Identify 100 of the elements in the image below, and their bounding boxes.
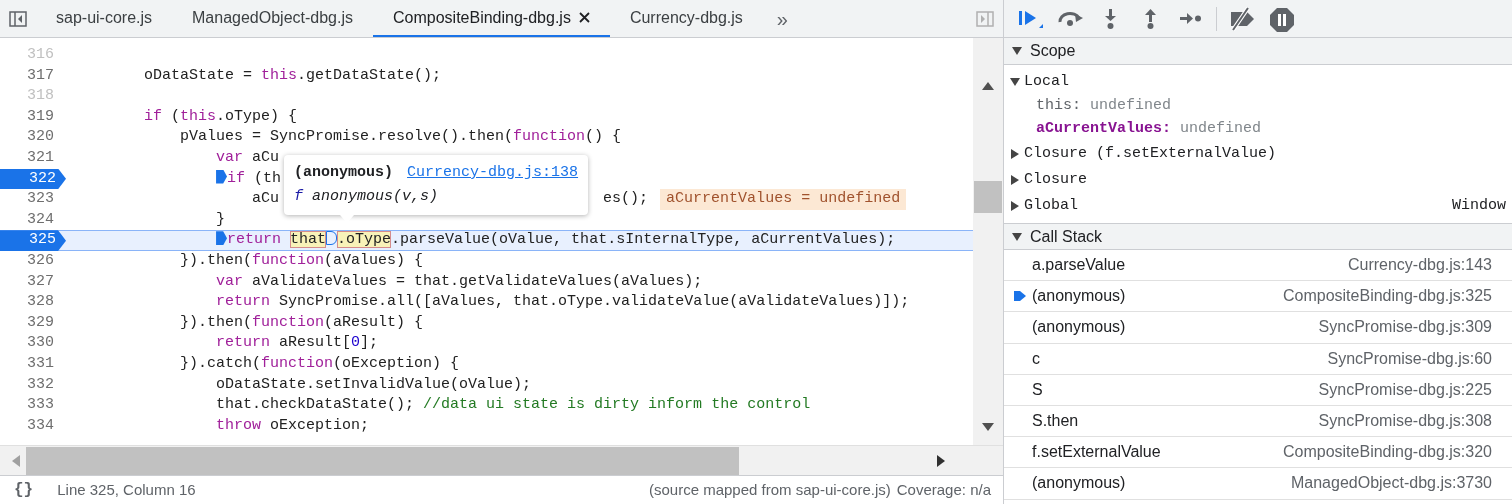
source-link[interactable]: Currency-dbg.js:138: [407, 164, 579, 181]
call-frame[interactable]: a.parseValue Currency-dbg.js:143: [1004, 250, 1512, 282]
breakpoint-off-icon[interactable]: [1228, 5, 1256, 32]
frame-name: S: [1032, 379, 1043, 400]
expand-arrow-icon[interactable]: [1010, 175, 1020, 185]
code-text: that.checkDataState();: [216, 396, 416, 414]
expand-arrow-icon[interactable]: [1010, 201, 1020, 211]
property-value: undefined: [1180, 119, 1262, 140]
scroll-up-icon[interactable]: [982, 82, 994, 90]
call-frame[interactable]: S.then SyncPromise-dbg.js:308: [1004, 405, 1512, 438]
hovered-expression: that: [290, 231, 327, 249]
collapse-arrow-icon[interactable]: [1010, 77, 1020, 87]
scroll-right-icon[interactable]: [937, 454, 945, 467]
breakpoint-marker[interactable]: 325: [0, 230, 66, 251]
file-tab[interactable]: sap-ui-core.js: [36, 0, 173, 37]
expand-arrow-icon[interactable]: [1010, 149, 1020, 159]
code-text: .getDataState();: [297, 66, 442, 84]
frame-location: SyncPromise-dbg.js:308: [1318, 411, 1492, 432]
code-text: function: [252, 251, 325, 269]
call-frame[interactable]: S SyncPromise-dbg.js:225: [1004, 374, 1512, 406]
code-text: return: [227, 231, 282, 249]
frame-name: a.parseValue: [1032, 255, 1126, 276]
property-value: undefined: [1090, 96, 1172, 117]
code-text: if: [227, 169, 246, 187]
panel-toggle-icon[interactable]: [9, 10, 27, 27]
code-text: throw: [216, 416, 262, 434]
line-number: 319: [26, 106, 55, 127]
code-text: 0: [351, 334, 361, 352]
scope-label[interactable]: Closure (f.setExternalValue): [1024, 142, 1277, 166]
collapse-arrow-icon[interactable]: [1012, 231, 1022, 242]
line-number: 316: [26, 45, 55, 65]
code-text: (aValues) {: [324, 251, 424, 269]
code-text: aValidateValues = that.getValidateValues(aValues);: [252, 272, 703, 290]
line-number: 327: [26, 271, 55, 292]
pause-icon[interactable]: [1268, 5, 1296, 32]
pretty-print-button[interactable]: {}: [14, 478, 34, 502]
code-text: if: [144, 107, 163, 125]
call-frame[interactable]: c SyncPromise-dbg.js:60: [1004, 343, 1512, 375]
code-text: oException;: [270, 416, 370, 434]
scrollbar-thumb[interactable]: [974, 181, 1002, 213]
inline-breakpoint-marker[interactable]: [216, 231, 228, 246]
frame-name: f.setExternalValue: [1032, 442, 1161, 463]
code-text: }).then(: [180, 251, 253, 269]
call-frame[interactable]: (anonymous) CompositeBinding-dbg.js:325: [1004, 281, 1512, 313]
code-text: oDataState =: [144, 66, 254, 84]
file-tab[interactable]: Currency-dbg.js: [609, 0, 763, 37]
code-text: (th: [254, 169, 282, 187]
code-text: aCu: [252, 148, 280, 166]
line-number: 331: [26, 353, 55, 374]
frame-name: (anonymous): [1032, 317, 1126, 338]
frame-location: SyncPromise-dbg.js:225: [1318, 379, 1492, 400]
code-text: function: [252, 313, 325, 331]
call-frame[interactable]: f.setExternalValue CompositeBinding-dbg.js:320: [1004, 437, 1512, 469]
call-frame[interactable]: (anonymous) ManagedObject-dbg.js:3730: [1004, 468, 1512, 500]
call-frame[interactable]: (anonymous) SyncPromise-dbg.js:309: [1004, 312, 1512, 344]
line-number: 333: [26, 395, 55, 416]
code-text: pValues = SyncPromise.resolve().then(: [180, 128, 514, 146]
close-icon[interactable]: [578, 12, 590, 23]
file-tab[interactable]: CompositeBinding-dbg.js: [373, 0, 610, 37]
scroll-down-icon[interactable]: [982, 423, 994, 431]
code-text: aResult[: [279, 334, 352, 352]
code-text: SyncPromise.all([aValues, that.oType.validateValue(aValidateValues)]);: [279, 293, 910, 311]
line-number: 332: [26, 374, 55, 395]
line-number: 326: [26, 250, 55, 271]
code-text: .oType) {: [216, 107, 298, 125]
code-text: }: [216, 210, 226, 228]
overflow-button[interactable]: »: [762, 0, 802, 37]
inline-value: aCurrentValues = undefined: [660, 189, 907, 210]
code-text: (: [171, 107, 181, 125]
source-map-info: (source mapped from sap-ui-core.js): [649, 479, 891, 500]
line-number: 320: [26, 127, 55, 148]
section-title[interactable]: Call Stack: [1030, 224, 1103, 249]
frame-location: SyncPromise-dbg.js:60: [1327, 348, 1492, 369]
scope-label[interactable]: Local: [1024, 70, 1069, 94]
code-text: var: [216, 148, 244, 166]
code-text: return: [216, 293, 271, 311]
panel-toggle-icon[interactable]: [976, 10, 994, 27]
file-tab[interactable]: ManagedObject-dbg.js: [172, 0, 373, 37]
code-text: ];: [360, 334, 379, 352]
scope-label[interactable]: Closure: [1024, 168, 1087, 192]
frame-location: ManagedObject-dbg.js:3730: [1290, 473, 1492, 494]
scope-label[interactable]: Global: [1024, 194, 1078, 218]
line-number: 328: [26, 292, 55, 313]
line-number: 334: [26, 415, 55, 436]
code-text: this: [180, 107, 217, 125]
property-name: this:: [1036, 96, 1081, 117]
breakpoint-marker[interactable]: 322: [0, 168, 66, 190]
frame-location: CompositeBinding-dbg.js:320: [1283, 442, 1492, 463]
line-number: 330: [26, 333, 55, 354]
code-text: (oException) {: [333, 354, 460, 372]
collapse-arrow-icon[interactable]: [1012, 46, 1022, 56]
scrollbar-thumb[interactable]: [26, 446, 739, 475]
code-text: this: [261, 66, 298, 84]
line-number: 323: [26, 189, 55, 210]
code-text: aCu: [252, 190, 280, 208]
code-text: }).catch(: [180, 354, 262, 372]
hovered-expression: .oType: [337, 231, 392, 249]
function-signature: anonymous(v,s): [312, 188, 439, 205]
inline-breakpoint-marker[interactable]: [216, 169, 228, 184]
section-title[interactable]: Scope: [1030, 39, 1076, 63]
